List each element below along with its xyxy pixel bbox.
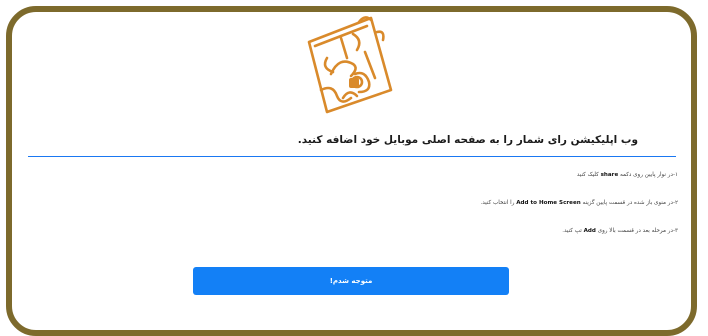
instruction-step-1: ۱-در نوار پایین روی دکمه share کلیک کنید: [577, 172, 678, 178]
step-2-prefix: ۲-در منوی باز شده در قسمت پایین گزینه: [580, 200, 679, 206]
step-1-keyword: share: [600, 172, 619, 178]
step-1-suffix: کلیک کنید: [576, 172, 601, 178]
step-3-suffix: تپ کنید.: [562, 228, 584, 234]
calligraphy-logo-icon: [307, 16, 393, 114]
confirm-button[interactable]: متوجه شدم!: [193, 267, 509, 295]
instruction-step-2: ۲-در منوی باز شده در قسمت پایین گزینه Ad…: [480, 200, 678, 206]
step-3-keyword: Add: [583, 228, 596, 234]
dialog-title: وب اپلیکیشن رای شمار را به صفحه اصلی موب…: [297, 134, 638, 146]
step-3-prefix: ۳-در مرحله بعد در قسمت بالا روی: [595, 228, 678, 234]
step-2-suffix: را انتخاب کنید.: [480, 200, 517, 206]
instruction-step-3: ۳-در مرحله بعد در قسمت بالا روی Add تپ ک…: [562, 228, 678, 234]
title-divider: [28, 156, 676, 157]
step-1-prefix: ۱-در نوار پایین روی دکمه: [618, 172, 678, 178]
step-2-keyword: Add to Home Screen: [516, 200, 581, 206]
